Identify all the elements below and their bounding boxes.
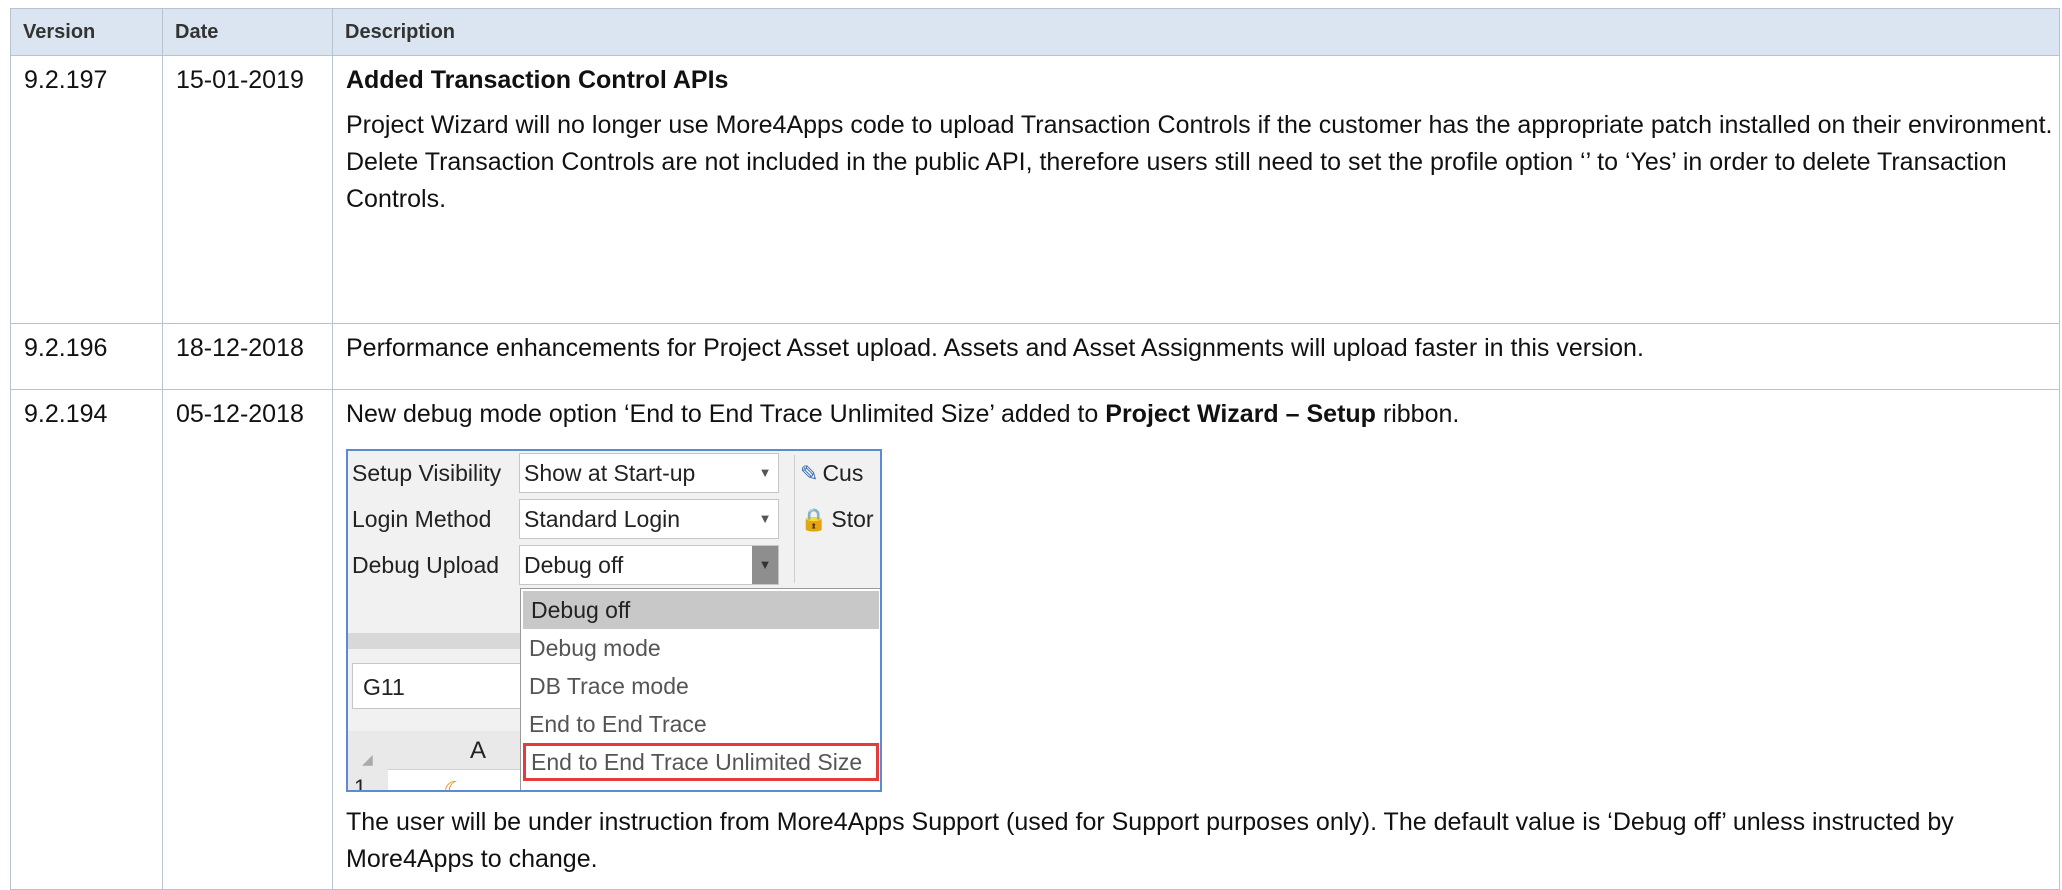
- debug-upload-dropdown[interactable]: Debug off ▼: [519, 545, 779, 585]
- option-db-trace-mode[interactable]: DB Trace mode: [521, 667, 880, 705]
- table-row: 9.2.194 05-12-2018 New debug mode option…: [10, 389, 2060, 890]
- header-description: Description: [332, 8, 2060, 56]
- row-header-1[interactable]: 1: [354, 769, 366, 790]
- setup-visibility-value: Show at Start-up: [524, 460, 696, 486]
- intro-text-end: ribbon.: [1375, 400, 1460, 428]
- chevron-down-icon[interactable]: ▼: [752, 500, 778, 538]
- customize-button-label: Cus: [822, 460, 864, 486]
- setup-visibility-dropdown[interactable]: Show at Start-up ▼: [519, 453, 779, 493]
- lock-document-icon: 🔒: [800, 507, 828, 532]
- setup-visibility-label: Setup Visibility: [352, 460, 502, 486]
- ribbon-screenshot: Setup Visibility Show at Start-up ▼ Logi…: [346, 449, 882, 792]
- entry-text: Performance enhancements for Project Ass…: [346, 334, 1644, 362]
- debug-upload-value: Debug off: [524, 552, 624, 578]
- header-version: Version: [10, 8, 163, 56]
- description-cell: Added Transaction Control APIs Project W…: [332, 55, 2060, 324]
- store-button-label: Stor: [831, 506, 874, 532]
- header-date: Date: [162, 8, 333, 56]
- description-cell: Performance enhancements for Project Ass…: [332, 323, 2060, 390]
- name-box[interactable]: G11: [352, 663, 522, 709]
- intro-bold-text: Project Wizard – Setup: [1105, 400, 1376, 428]
- release-notes-table: Version Date Description 9.2.197 15-01-2…: [10, 8, 2060, 890]
- login-method-dropdown[interactable]: Standard Login ▼: [519, 499, 779, 539]
- edit-document-icon: ✎: [800, 461, 819, 486]
- table-row: 9.2.196 18-12-2018 Performance enhanceme…: [10, 323, 2060, 390]
- entry-intro: New debug mode option ‘End to End Trace …: [346, 396, 2059, 433]
- version-cell: 9.2.196: [10, 323, 163, 390]
- login-method-value: Standard Login: [524, 506, 681, 532]
- option-end-to-end-trace-unlimited[interactable]: End to End Trace Unlimited Size: [523, 743, 879, 781]
- intro-text: New debug mode option ‘End to End Trace …: [346, 400, 1106, 428]
- ribbon-separator: [794, 455, 795, 583]
- version-cell: 9.2.194: [10, 389, 163, 890]
- debug-options-list: Debug off Debug mode DB Trace mode End t…: [520, 588, 880, 790]
- option-end-to-end-trace[interactable]: End to End Trace: [521, 705, 880, 743]
- option-debug-mode[interactable]: Debug mode: [521, 629, 880, 667]
- login-method-label: Login Method: [352, 506, 492, 532]
- customize-button[interactable]: ✎ Cus: [800, 453, 863, 493]
- chevron-down-icon[interactable]: ▼: [752, 454, 778, 492]
- debug-upload-label: Debug Upload: [352, 552, 500, 578]
- table-header-row: Version Date Description: [10, 8, 2060, 56]
- date-cell: 18-12-2018: [162, 323, 333, 390]
- entry-outro: The user will be under instruction from …: [346, 808, 1954, 873]
- description-cell: New debug mode option ‘End to End Trace …: [332, 389, 2060, 890]
- chevron-down-icon[interactable]: ▼: [752, 546, 778, 584]
- option-debug-off[interactable]: Debug off: [523, 591, 879, 629]
- date-cell: 05-12-2018: [162, 389, 333, 890]
- version-cell: 9.2.197: [10, 55, 163, 324]
- entry-title: Added Transaction Control APIs: [346, 66, 729, 94]
- column-header-a[interactable]: A: [470, 731, 486, 771]
- store-button[interactable]: 🔒 Stor: [800, 499, 874, 539]
- entry-text: Project Wizard will no longer use More4A…: [346, 111, 2053, 213]
- table-row: 9.2.197 15-01-2019 Added Transaction Con…: [10, 55, 2060, 324]
- date-cell: 15-01-2019: [162, 55, 333, 324]
